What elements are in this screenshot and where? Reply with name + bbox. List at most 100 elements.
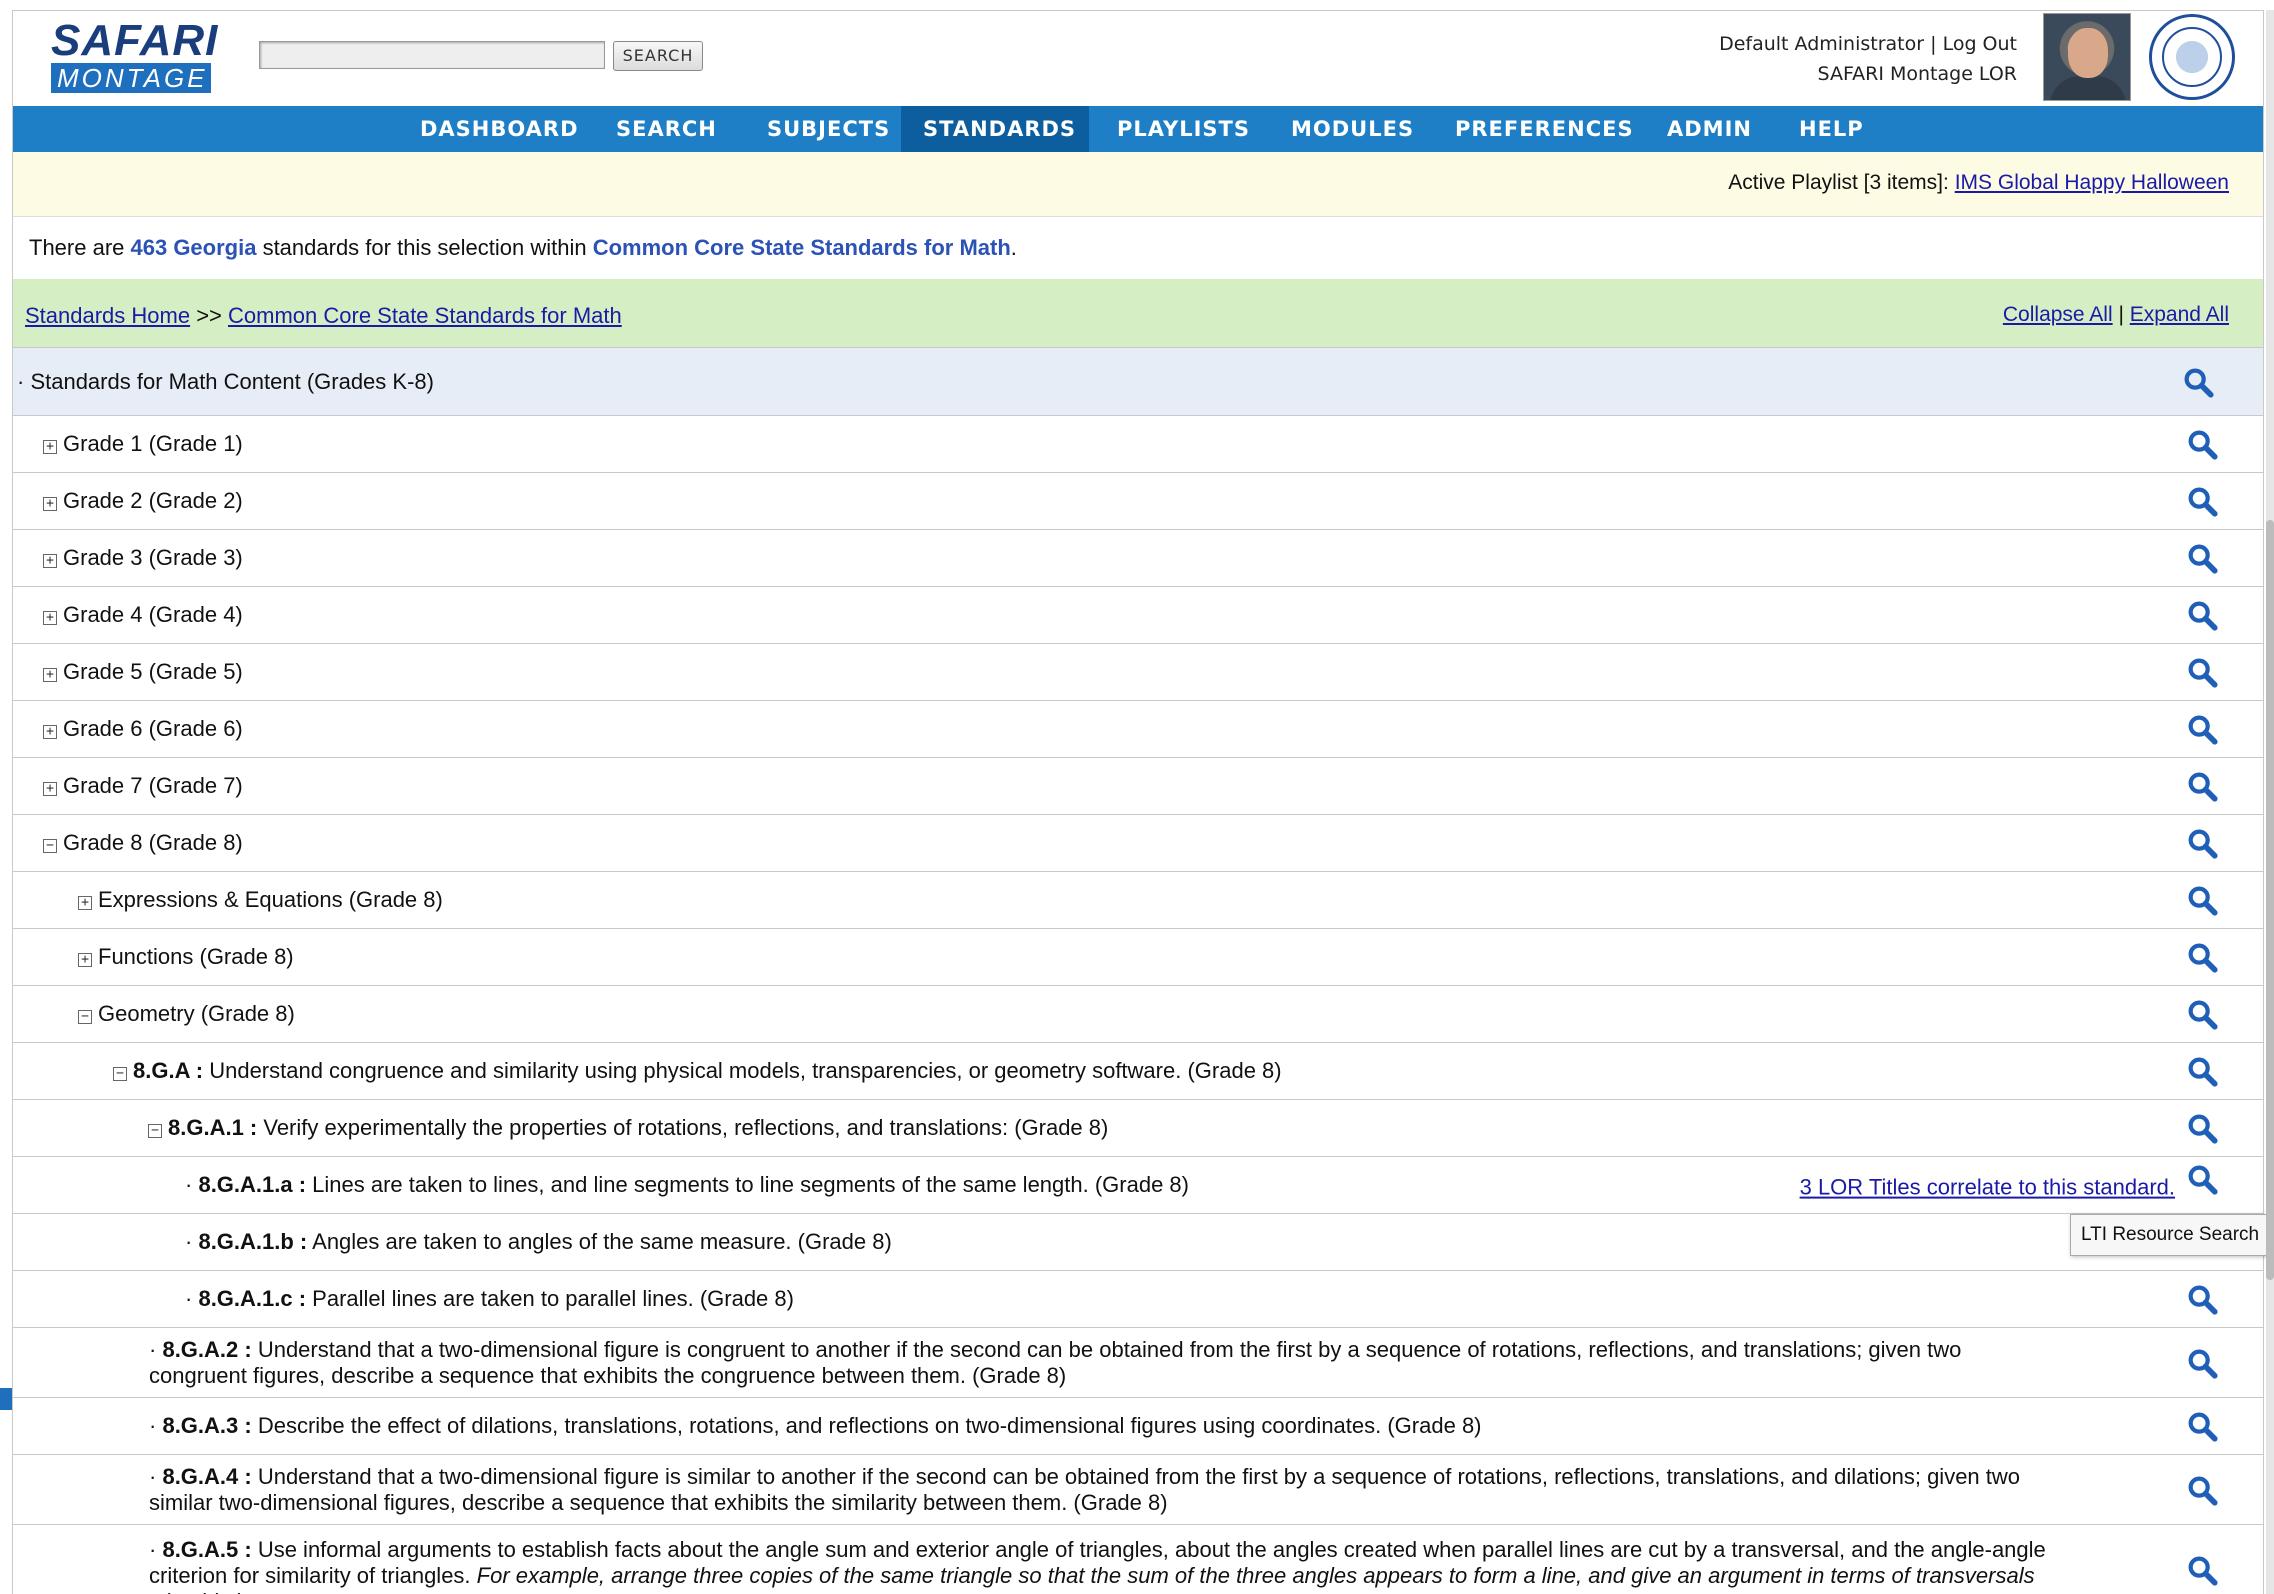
tree-root-label[interactable]: · Standards for Math Content (Grades K-8… <box>17 369 434 395</box>
nav-help[interactable]: HELP <box>1777 106 1886 152</box>
header-search-input[interactable] <box>259 41 605 69</box>
plus-box-icon[interactable]: + <box>43 497 57 511</box>
standard-text[interactable]: Lines are taken to lines, and line segme… <box>306 1172 1189 1197</box>
nav-subjects[interactable]: SUBJECTS <box>745 106 912 152</box>
standard-text[interactable]: Understand that a two-dimensional figure… <box>149 1464 2020 1515</box>
breadcrumb-standards-home[interactable]: Standards Home <box>25 303 190 328</box>
tree-label[interactable]: Grade 4 (Grade 4) <box>63 602 243 627</box>
magnifier-icon[interactable] <box>2185 484 2219 518</box>
logout-link[interactable]: Log Out <box>1943 33 2017 55</box>
nav-dashboard[interactable]: DASHBOARD <box>398 106 601 152</box>
plus-box-icon[interactable]: + <box>43 440 57 454</box>
summary-text-3: . <box>1010 235 1017 260</box>
tree-label[interactable]: Grade 8 (Grade 8) <box>63 830 243 855</box>
breadcrumb: Standards Home >> Common Core State Stan… <box>25 303 622 329</box>
tree-row-8ga3: · 8.G.A.3 : Describe the effect of dilat… <box>13 1397 2263 1454</box>
magnifier-icon[interactable] <box>2185 1282 2219 1316</box>
magnifier-icon[interactable] <box>2185 427 2219 461</box>
tree-row-grade-8: − Grade 8 (Grade 8) <box>13 814 2263 871</box>
tree-label[interactable]: Grade 3 (Grade 3) <box>63 545 243 570</box>
magnifier-icon[interactable] <box>2185 997 2219 1031</box>
magnifier-icon[interactable] <box>2185 655 2219 689</box>
tree-row-grade-6: + Grade 6 (Grade 6) <box>13 700 2263 757</box>
tree-label[interactable]: Grade 1 (Grade 1) <box>63 431 243 456</box>
plus-box-icon[interactable]: + <box>43 554 57 568</box>
tree-label[interactable]: Grade 5 (Grade 5) <box>63 659 243 684</box>
magnifier-icon[interactable] <box>2185 940 2219 974</box>
minus-box-icon[interactable]: − <box>148 1124 162 1138</box>
header: SAFARI MONTAGE SEARCH Default Administra… <box>13 11 2263 106</box>
breadcrumb-current[interactable]: Common Core State Standards for Math <box>228 303 622 328</box>
plus-box-icon[interactable]: + <box>43 725 57 739</box>
app-frame: SAFARI MONTAGE SEARCH Default Administra… <box>12 10 2264 1594</box>
magnifier-icon[interactable] <box>2185 541 2219 575</box>
nav-preferences[interactable]: PREFERENCES <box>1433 106 1656 152</box>
standard-code: 8.G.A.1.c : <box>198 1286 307 1311</box>
tree-row-root: · Standards for Math Content (Grades K-8… <box>13 347 2263 415</box>
tree-label[interactable]: Expressions & Equations (Grade 8) <box>98 887 443 912</box>
logo-top-text: SAFARI <box>51 16 219 65</box>
magnifier-icon[interactable] <box>2185 1054 2219 1088</box>
plus-box-icon[interactable]: + <box>43 668 57 682</box>
tree-row-expressions: + Expressions & Equations (Grade 8) <box>13 871 2263 928</box>
tree-label[interactable]: Grade 7 (Grade 7) <box>63 773 243 798</box>
magnifier-icon[interactable] <box>2185 1346 2219 1380</box>
scrollbar-thumb[interactable] <box>2266 520 2274 1280</box>
logo-bottom-text: MONTAGE <box>51 63 211 93</box>
nav-modules[interactable]: MODULES <box>1269 106 1436 152</box>
magnifier-icon[interactable] <box>2185 1111 2219 1145</box>
standard-text[interactable]: Understand congruence and similarity usi… <box>203 1058 1281 1083</box>
collapse-all-link[interactable]: Collapse All <box>2003 303 2113 326</box>
standard-text[interactable]: Parallel lines are taken to parallel lin… <box>306 1286 794 1311</box>
avatar[interactable] <box>2043 13 2131 101</box>
tree-label[interactable]: Functions (Grade 8) <box>98 944 294 969</box>
standard-text[interactable]: Angles are taken to angles of the same m… <box>307 1229 892 1254</box>
magnifier-icon[interactable] <box>2185 1409 2219 1443</box>
summary-text-1: There are <box>29 235 131 260</box>
main-nav: DASHBOARD SEARCH SUBJECTS STANDARDS PLAY… <box>13 106 2263 152</box>
site-name: SAFARI Montage LOR <box>1817 63 2017 85</box>
tree-row-8ga1: −8.G.A.1 : Verify experimentally the pro… <box>13 1099 2263 1156</box>
minus-box-icon[interactable]: − <box>113 1067 127 1081</box>
minus-box-icon[interactable]: − <box>78 1010 92 1024</box>
plus-box-icon[interactable]: + <box>78 896 92 910</box>
left-edge-marker <box>0 1388 12 1410</box>
safari-montage-logo[interactable]: SAFARI MONTAGE <box>51 16 227 103</box>
standard-code: 8.G.A.5 : <box>162 1537 252 1562</box>
plus-box-icon[interactable]: + <box>78 953 92 967</box>
magnifier-icon[interactable] <box>2181 365 2215 399</box>
magnifier-icon[interactable] <box>2185 1162 2219 1196</box>
standard-text[interactable]: Understand that a two-dimensional figure… <box>149 1337 1961 1388</box>
standard-code: 8.G.A.1.b : <box>198 1229 308 1254</box>
standard-text[interactable]: Verify experimentally the properties of … <box>257 1115 1108 1140</box>
tree-row-grade-2: + Grade 2 (Grade 2) <box>13 472 2263 529</box>
magnifier-icon[interactable] <box>2185 883 2219 917</box>
nav-admin[interactable]: ADMIN <box>1645 106 1774 152</box>
tree-row-8ga4: · 8.G.A.4 : Understand that a two-dimens… <box>13 1454 2263 1524</box>
tree-row-8ga1a: · 8.G.A.1.a : Lines are taken to lines, … <box>13 1156 2263 1213</box>
tree-row-functions: + Functions (Grade 8) <box>13 928 2263 985</box>
tree-row-grade-4: + Grade 4 (Grade 4) <box>13 586 2263 643</box>
plus-box-icon[interactable]: + <box>43 782 57 796</box>
breadcrumb-bar: Standards Home >> Common Core State Stan… <box>13 279 2263 347</box>
tree-row-grade-3: + Grade 3 (Grade 3) <box>13 529 2263 586</box>
header-search-button[interactable]: SEARCH <box>613 41 703 71</box>
standard-text[interactable]: Describe the effect of dilations, transl… <box>252 1413 1482 1438</box>
tree-label[interactable]: Grade 2 (Grade 2) <box>63 488 243 513</box>
magnifier-icon[interactable] <box>2185 769 2219 803</box>
plus-box-icon[interactable]: + <box>43 611 57 625</box>
tree-label[interactable]: Grade 6 (Grade 6) <box>63 716 243 741</box>
lor-correlation-link[interactable]: 3 LOR Titles correlate to this standard. <box>1800 1175 2175 1201</box>
expand-all-link[interactable]: Expand All <box>2130 303 2229 326</box>
minus-box-icon[interactable]: − <box>43 839 57 853</box>
nav-playlists[interactable]: PLAYLISTS <box>1095 106 1272 152</box>
active-playlist-link[interactable]: IMS Global Happy Halloween <box>1955 171 2229 194</box>
nav-standards[interactable]: STANDARDS <box>901 106 1089 152</box>
tree-label[interactable]: Geometry (Grade 8) <box>98 1001 295 1026</box>
magnifier-icon[interactable] <box>2185 1553 2219 1587</box>
magnifier-icon[interactable] <box>2185 826 2219 860</box>
magnifier-icon[interactable] <box>2185 1473 2219 1507</box>
nav-search[interactable]: SEARCH <box>594 106 739 152</box>
magnifier-icon[interactable] <box>2185 598 2219 632</box>
magnifier-icon[interactable] <box>2185 712 2219 746</box>
